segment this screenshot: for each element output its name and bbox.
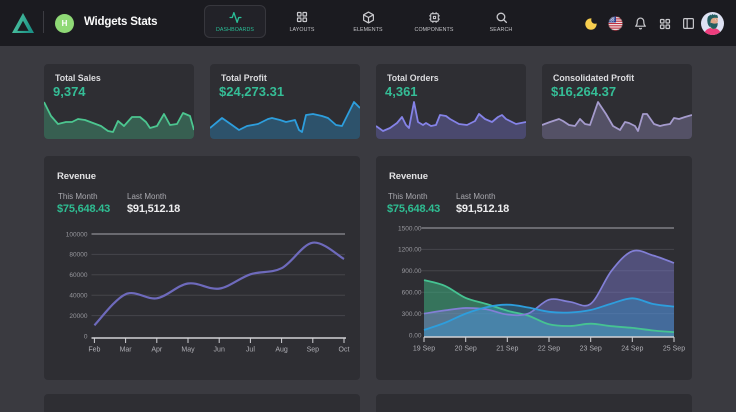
svg-text:900.00: 900.00 xyxy=(402,268,422,275)
svg-text:100000: 100000 xyxy=(66,231,88,238)
svg-text:1200.00: 1200.00 xyxy=(398,247,422,254)
svg-text:20 Sep: 20 Sep xyxy=(455,346,477,353)
svg-text:20000: 20000 xyxy=(69,313,87,320)
svg-text:Aug: Aug xyxy=(275,347,288,354)
svg-text:300.00: 300.00 xyxy=(402,311,422,318)
svg-text:23 Sep: 23 Sep xyxy=(580,346,602,353)
svg-text:Mar: Mar xyxy=(120,347,133,354)
svg-text:21 Sep: 21 Sep xyxy=(496,346,518,353)
svg-text:Jul: Jul xyxy=(246,347,255,354)
svg-text:May: May xyxy=(181,347,195,354)
svg-text:Apr: Apr xyxy=(151,347,163,354)
svg-text:Oct: Oct xyxy=(339,347,350,354)
svg-text:Sep: Sep xyxy=(307,347,320,354)
svg-text:60000: 60000 xyxy=(69,272,87,279)
svg-text:Jun: Jun xyxy=(214,347,225,354)
svg-text:19 Sep: 19 Sep xyxy=(413,346,435,353)
svg-text:Feb: Feb xyxy=(88,347,100,354)
svg-text:24 Sep: 24 Sep xyxy=(621,346,643,353)
svg-text:80000: 80000 xyxy=(69,252,87,259)
svg-text:1500.00: 1500.00 xyxy=(398,225,422,232)
svg-text:40000: 40000 xyxy=(69,293,87,300)
svg-text:0: 0 xyxy=(84,333,88,340)
svg-text:22 Sep: 22 Sep xyxy=(538,346,560,353)
svg-text:600.00: 600.00 xyxy=(402,290,422,297)
svg-text:0.00: 0.00 xyxy=(409,332,422,339)
svg-text:25 Sep: 25 Sep xyxy=(663,346,685,353)
